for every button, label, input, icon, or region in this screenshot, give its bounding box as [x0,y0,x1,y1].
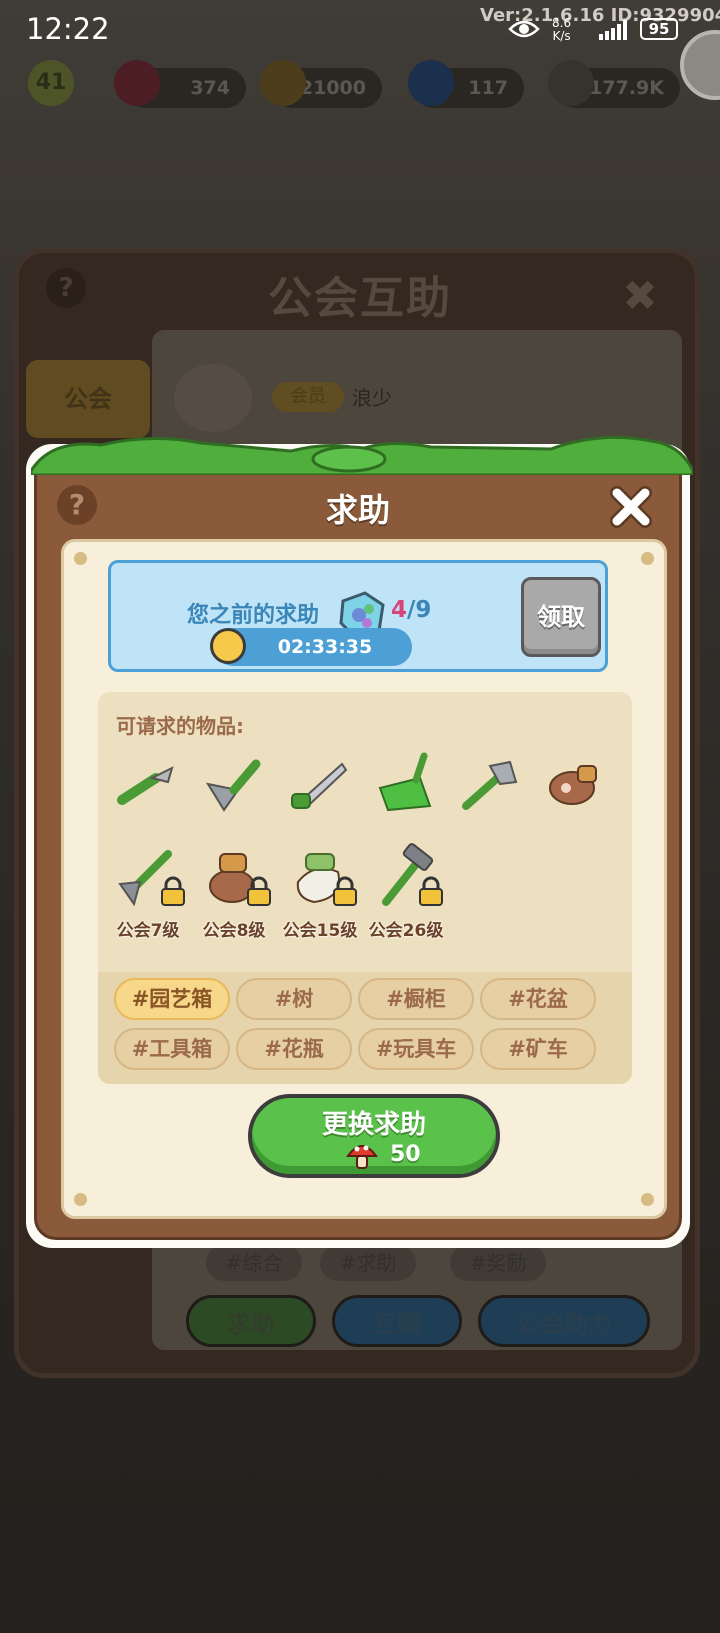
lock-level-label: 公会26级 [368,921,444,941]
requestable-items-panel: 可请求的物品: 公会7级 公会8级 公会15级 公会26级 #园艺箱 #树 #橱… [98,692,632,1084]
tag-vase[interactable]: #花瓶 [236,1028,352,1070]
dialog-body: 您之前的求助 4/9 领取 02:33:35 可请求的物品: 公会7级 公会8级… [61,539,667,1219]
mushroom-icon [346,1145,378,1169]
lock-level-label: 公会7级 [116,921,180,941]
corner-rivet [641,1193,654,1206]
claim-button[interactable]: 领取 [521,577,601,657]
lock-level-label: 公会8级 [202,921,266,941]
lock-icon [161,876,185,906]
timer-icon [210,628,246,664]
tag-tree[interactable]: #树 [236,978,352,1020]
tag-cabinet[interactable]: #橱柜 [358,978,474,1020]
change-request-button[interactable]: 更换求助 50 [248,1094,500,1178]
battery-indicator: 95 [640,18,678,40]
change-request-cost: 50 [390,1142,421,1167]
help-dialog: ? 求助 您之前的求助 4/9 领取 02:33:35 可请求的物品: 公会7级… [26,435,693,1248]
pruner-icon[interactable] [112,748,184,820]
eye-icon [508,20,540,38]
hatchet-icon[interactable] [454,748,526,820]
lock-level-label: 公会15级 [282,921,358,941]
status-time: 12:22 [26,12,110,46]
change-request-label: 更换求助 [321,1110,426,1140]
lock-icon [333,876,357,906]
lock-icon [419,876,443,906]
network-speed: 8.6 K/s [552,16,572,43]
corner-rivet [641,552,654,565]
tag-flower-pot[interactable]: #花盆 [480,978,596,1020]
tag-toy-car[interactable]: #玩具车 [358,1028,474,1070]
close-icon[interactable] [607,483,655,531]
dialog-frame: ? 求助 您之前的求助 4/9 领取 02:33:35 可请求的物品: 公会7级… [31,435,693,1240]
items-heading: 可请求的物品: [116,714,244,738]
request-progress: 4/9 [391,597,432,623]
tag-filter-panel: #园艺箱 #树 #橱柜 #花盆 #工具箱 #花瓶 #玩具车 #矿车 [98,972,632,1084]
corner-rivet [74,552,87,565]
paw-glove-icon[interactable] [538,748,610,820]
tag-toolbox[interactable]: #工具箱 [114,1028,230,1070]
lock-icon [247,876,271,906]
status-bar: 12:22 Ver:2.1.6.16 ID:93299048 8.6 K/s 9… [0,0,720,60]
trowel-icon[interactable] [198,748,270,820]
signal-icon [599,20,627,40]
dialog-title: 求助 [325,491,390,529]
tag-mine-cart[interactable]: #矿车 [480,1028,596,1070]
corner-rivet [74,1193,87,1206]
previous-request-label: 您之前的求助 [187,603,320,628]
saw-icon[interactable] [284,748,356,820]
grass-decoration [31,435,693,475]
tag-garden-box[interactable]: #园艺箱 [114,978,230,1020]
dustpan-icon[interactable] [370,748,442,820]
